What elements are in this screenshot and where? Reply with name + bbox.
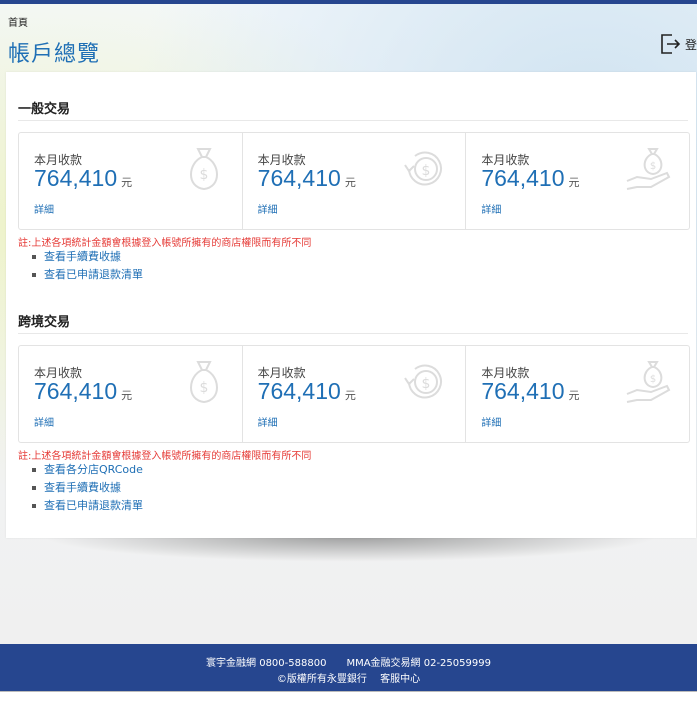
detail-link[interactable]: 詳細 [481,201,501,216]
footer-copyright: ©版權所有永豐銀行 客服中心 [276,674,421,685]
overview-card: 一般交易 本月收款 764,410 元 詳細 $ 本月收款 764,410 元 詳細 [6,72,696,538]
stat-boxes: 本月收款 764,410元 詳細 $ 本月收款 764,410元 詳細 $ [18,345,690,443]
stat-amount: 764,410 元 [481,165,580,191]
section-title: 一般交易 [18,98,688,121]
hand-money-icon: $ [626,361,671,403]
link-qrcode[interactable]: 查看各分店QRCode [32,461,143,479]
link-fee-receipt[interactable]: 查看手續費收據 [32,479,143,497]
logout-icon [661,34,681,54]
hand-money-icon: $ [626,148,671,190]
refund-dollar-icon: $ [404,364,443,399]
svg-text:$: $ [650,161,656,172]
svg-text:$: $ [422,376,431,392]
detail-link[interactable]: 詳細 [481,414,501,429]
money-bag-icon: $ [189,361,218,404]
svg-text:$: $ [650,374,656,385]
refund-dollar-icon: $ [404,151,443,186]
svg-text:$: $ [422,163,431,179]
note-text: 註:上述各項統計金額會根據登入帳號所擁有的商店權限而有所不同 [18,451,312,462]
stat-box: 本月收款 764,410 元 詳細 $ [466,133,689,229]
stat-box: 本月收款 764,410 元 詳細 $ [466,346,689,442]
stat-box: 本月收款 764,410 元 詳細 $ [19,133,243,229]
page-header: 首頁 帳戶總覽 登 [8,14,697,68]
stat-box: 本月收款 764,410 元 詳細 $ [243,133,467,229]
section-general: 一般交易 本月收款 764,410 元 詳細 $ 本月收款 764,410 元 詳細 [18,98,690,281]
link-fee-receipt[interactable]: 查看手續費收據 [32,248,143,266]
footer-contact: 寰宇金融網 0800-588800 MMA金融交易網 02-25059999 [206,658,491,669]
card-shadow [40,536,660,562]
detail-link[interactable]: 詳細 [258,414,278,429]
breadcrumb[interactable]: 首頁 [8,14,28,29]
stat-amount: 764,410 元 [257,165,356,191]
money-bag-icon: $ [189,148,218,191]
svg-text:$: $ [199,167,208,183]
page-title: 帳戶總覽 [8,42,101,67]
stat-amount: 764,410 元 [34,378,133,404]
link-refund-list[interactable]: 查看已申請退款清單 [32,497,143,515]
link-refund-list[interactable]: 查看已申請退款清單 [32,266,143,284]
stat-box: 本月收款 764,410 元 詳細 $ [243,346,467,442]
stat-box: 本月收款 764,410 元 詳細 $ [19,346,243,442]
note-text: 註:上述各項統計金額會根據登入帳號所擁有的商店權限而有所不同 [18,238,312,249]
stat-boxes: 本月收款 764,410元 詳細 $ 本月收款 764,410元 詳細 $ [18,132,690,230]
svg-text:$: $ [199,380,208,396]
section-crossborder: 跨境交易 本月收款 764,410 元 詳細 $ 本月收款 764,410 元 詳細 [18,311,690,512]
stat-amount: 764,410 元 [34,165,133,191]
detail-link[interactable]: 詳細 [34,201,54,216]
detail-link[interactable]: 詳細 [258,201,278,216]
link-list: 查看各分店QRCode 查看手續費收據 查看已申請退款清單 [32,461,143,515]
stat-amount: 764,410 元 [481,378,580,404]
bottom-border [0,691,697,702]
logout-label: 登 [684,37,697,52]
stat-amount: 764,410 元 [257,378,356,404]
logout-button[interactable]: 登 [659,32,697,56]
link-list: 查看手續費收據 查看已申請退款清單 [32,248,143,284]
detail-link[interactable]: 詳細 [34,414,54,429]
footer: 寰宇金融網 0800-588800 MMA金融交易網 02-25059999 ©… [0,644,697,691]
section-title: 跨境交易 [18,311,688,334]
